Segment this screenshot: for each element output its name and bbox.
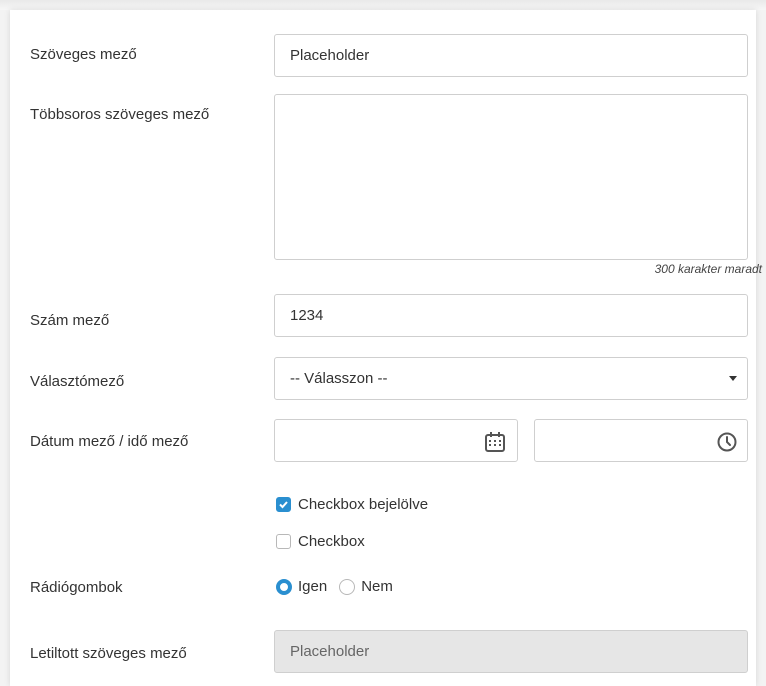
radio-igen[interactable] (276, 578, 292, 595)
date-field[interactable] (274, 419, 518, 462)
radio-igen-label: Igen (298, 578, 328, 595)
radio-nem[interactable] (339, 578, 356, 595)
checkbox-checked[interactable] (276, 497, 291, 512)
check-icon (279, 501, 288, 509)
radio-group-label: Rádiógombok (30, 579, 123, 596)
checkbox-checked-label: Checkbox bejelölve (298, 496, 429, 513)
number-field[interactable]: 1234 (274, 294, 748, 337)
caret-down-icon (729, 376, 737, 381)
datetime-label: Dátum mező / idő mező (30, 433, 189, 450)
textarea-field[interactable] (274, 94, 748, 260)
disabled-field-label: Letiltott szöveges mező (30, 645, 187, 662)
checkbox-unchecked[interactable] (276, 534, 291, 549)
top-shadow (0, 0, 766, 10)
text-field-label: Szöveges mező (30, 46, 137, 63)
select-value: -- Válasszon -- (290, 370, 388, 387)
number-field-label: Szám mező (30, 312, 110, 329)
checkbox-checked-row[interactable]: Checkbox bejelölve (276, 496, 428, 513)
disabled-text-field: Placeholder (274, 630, 748, 673)
time-field[interactable] (534, 419, 748, 462)
checkbox-row[interactable]: Checkbox (276, 533, 365, 550)
radio-nem-label: Nem (361, 578, 393, 595)
radio-group: Igen Nem (276, 578, 393, 595)
text-field[interactable]: Placeholder (274, 34, 748, 77)
select-field[interactable]: -- Válasszon -- (274, 357, 748, 400)
textarea-label: Többsoros szöveges mező (30, 106, 210, 123)
char-counter: 300 karakter maradt (654, 262, 762, 276)
select-label: Választómező (30, 373, 125, 390)
clock-icon[interactable] (715, 429, 739, 453)
calendar-icon[interactable] (483, 429, 507, 453)
checkbox-label: Checkbox (298, 533, 365, 550)
